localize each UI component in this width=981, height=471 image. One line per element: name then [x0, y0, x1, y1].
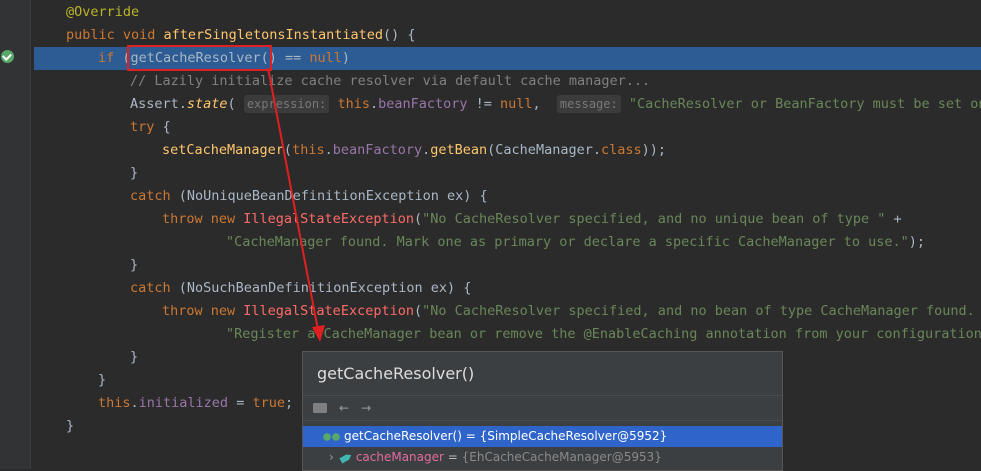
chevron-right-icon[interactable]: › — [329, 450, 334, 464]
popup-title: getCacheResolver() — [303, 352, 782, 396]
field-tag-icon — [338, 450, 353, 465]
tree-row-field[interactable]: › cacheManager = {EhCacheCacheManager@595… — [303, 447, 782, 468]
tree-row-result[interactable]: getCacheResolver() = {SimpleCacheResolve… — [303, 426, 782, 447]
result-eq: = — [461, 429, 480, 443]
forward-arrow-icon[interactable]: → — [361, 401, 371, 415]
popup-toolbar: ← → — [303, 396, 782, 421]
folder-icon[interactable] — [313, 403, 327, 413]
evaluate-popup[interactable]: getCacheResolver() ← → getCacheResolver(… — [302, 351, 783, 471]
result-name: getCacheResolver() — [344, 429, 462, 443]
back-arrow-icon[interactable]: ← — [339, 401, 349, 415]
field-value: {EhCacheCacheManager@5953} — [461, 450, 662, 464]
result-value: {SimpleCacheResolver@5952} — [479, 429, 668, 443]
field-eq: = — [443, 450, 462, 464]
field-name: cacheManager — [355, 450, 444, 464]
watch-result-icon — [323, 432, 341, 441]
